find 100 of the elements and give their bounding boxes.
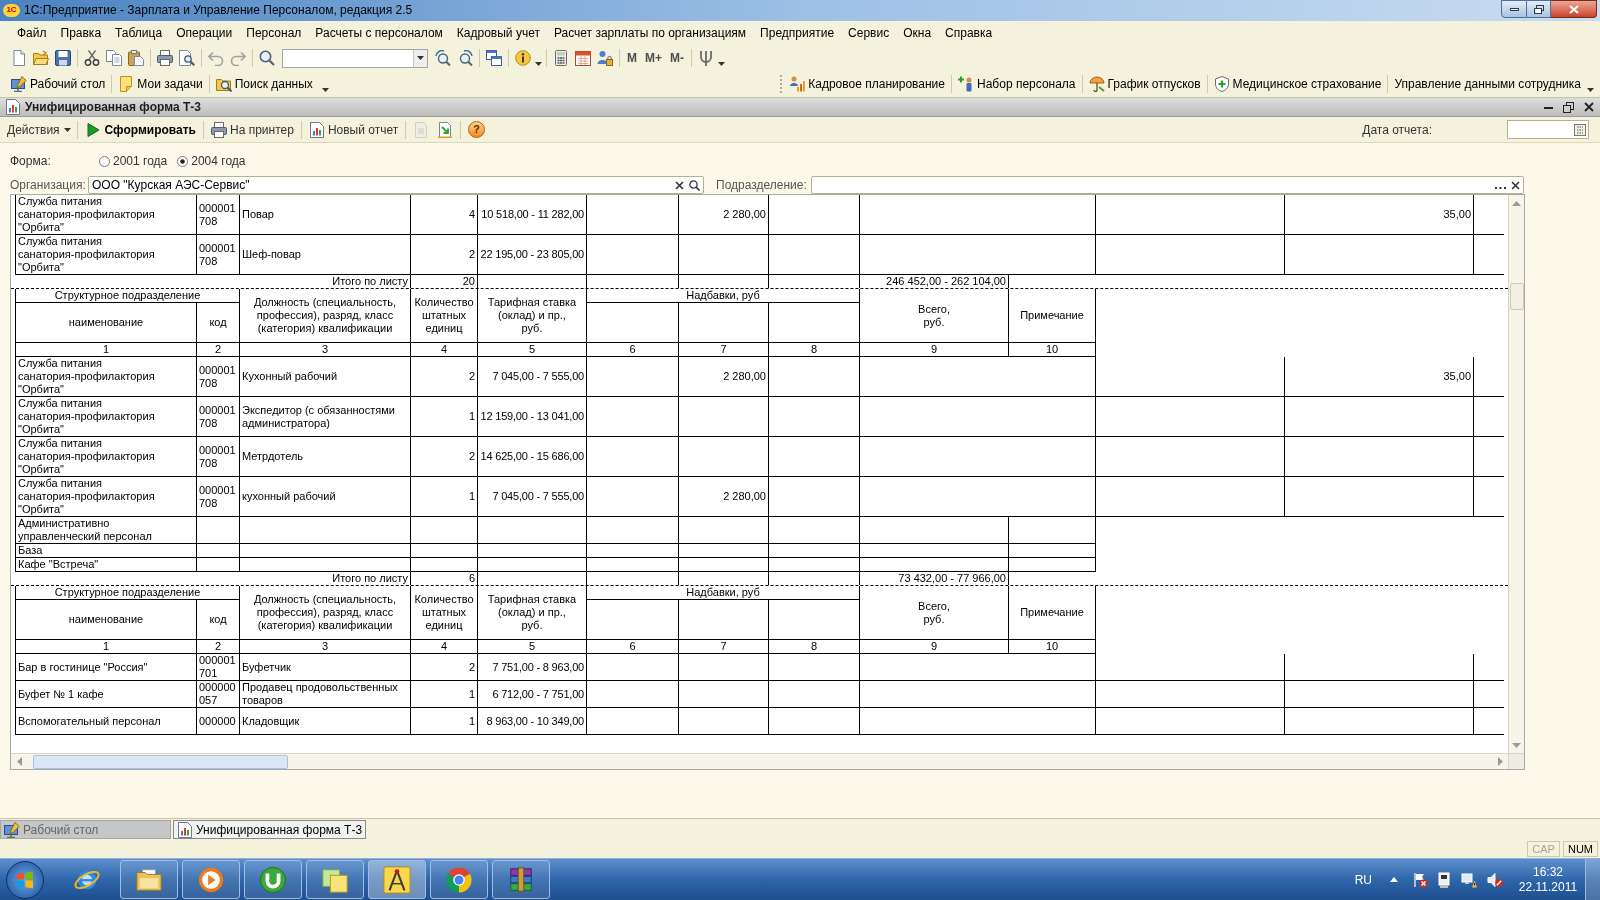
panel-button[interactable]: Набор персонала [955, 73, 1079, 95]
scrollbar-thumb[interactable] [33, 754, 288, 769]
restore-icon[interactable] [1563, 101, 1574, 113]
column-number: 1 [15, 343, 197, 357]
toolbar-button[interactable]: Новый отчет [304, 118, 403, 141]
speaker-muted-icon[interactable] [1487, 871, 1503, 888]
save-icon[interactable] [55, 50, 71, 66]
calendar-icon[interactable] [575, 50, 591, 66]
taskbar-button[interactable] [120, 860, 178, 899]
scrollbar-thumb[interactable] [1509, 283, 1524, 310]
memory-button[interactable]: M- [666, 47, 688, 69]
memory-button[interactable]: M [623, 47, 641, 69]
table-cell: 10 518,00 - 11 282,00 [478, 195, 587, 235]
up-arrow-icon[interactable] [1512, 200, 1521, 206]
info-icon[interactable] [515, 50, 531, 66]
taskbar-button[interactable] [492, 860, 550, 899]
minimize-icon[interactable] [1544, 106, 1553, 109]
down-arrow-icon[interactable] [1512, 742, 1521, 748]
table-cell [197, 517, 240, 544]
date-field[interactable] [1507, 120, 1589, 139]
toolbar-button[interactable]: На принтер [207, 118, 298, 141]
clear-icon[interactable] [675, 180, 684, 190]
radio-icon[interactable] [177, 155, 189, 167]
panel-button[interactable]: Медицинское страхование [1210, 73, 1385, 95]
clear-icon[interactable] [1511, 180, 1520, 190]
taskbar-button[interactable] [306, 860, 364, 899]
menu-item[interactable]: Расчеты с персоналом [308, 23, 450, 43]
menu-item[interactable]: Файл [10, 23, 54, 43]
taskbar-button[interactable] [244, 860, 302, 899]
organization-field[interactable]: ООО "Курская АЭС-Сервис" [88, 176, 704, 194]
calendar-grid-icon[interactable] [1574, 123, 1586, 136]
clock-button[interactable]: 16:32 22.11.2011 [1517, 866, 1579, 893]
search-icon[interactable] [689, 179, 700, 191]
help-button[interactable]: ? [468, 121, 486, 138]
print-icon[interactable] [157, 50, 173, 66]
calculator-icon[interactable] [553, 50, 569, 66]
left-arrow-icon[interactable] [16, 757, 22, 766]
panel-button[interactable]: Кадровое планирование [786, 73, 948, 95]
caret-icon[interactable] [535, 62, 542, 66]
menu-item[interactable]: Расчет зарплаты по организациям [546, 23, 754, 43]
taskbar-button[interactable] [182, 860, 240, 899]
more-icon[interactable] [1495, 186, 1506, 189]
print-preview-icon[interactable] [179, 50, 195, 66]
table-cell: 000001708 [197, 437, 240, 477]
radio-option[interactable]: 2001 года [99, 155, 168, 167]
network-warning-icon[interactable] [1461, 871, 1477, 888]
menu-item[interactable]: Сервис [841, 23, 897, 43]
drafting-compass-icon [383, 865, 411, 894]
taskbar-button[interactable] [430, 860, 488, 899]
field-label: Дата отчета: [1362, 123, 1432, 136]
radio-option[interactable]: 2004 года [177, 155, 246, 167]
menu-button[interactable]: Действия [4, 118, 74, 141]
window-tab[interactable]: Унифицированная форма Т-3 [173, 820, 367, 839]
caret-icon[interactable] [718, 62, 725, 66]
windows-icon[interactable] [486, 50, 502, 66]
caret-icon[interactable] [1586, 88, 1594, 92]
start-button[interactable] [6, 860, 44, 899]
toolbar-handle[interactable] [780, 75, 784, 93]
minimize-button[interactable] [1501, 0, 1527, 18]
menu-item[interactable]: Справка [938, 23, 1000, 43]
search-field[interactable] [282, 48, 428, 68]
horizontal-scrollbar[interactable] [11, 753, 1508, 769]
paste-icon[interactable] [128, 50, 144, 66]
play-icon [84, 121, 101, 138]
triangle-up-icon[interactable] [1390, 877, 1398, 882]
cut-icon[interactable] [84, 50, 100, 66]
flag-error-icon[interactable] [1412, 871, 1428, 888]
menu-item[interactable]: Операции [169, 23, 240, 43]
radio-icon[interactable] [99, 155, 110, 167]
generate-button[interactable]: Сформировать [80, 118, 200, 141]
trident-icon[interactable] [698, 50, 714, 66]
right-arrow-icon[interactable] [1497, 757, 1503, 766]
open-folder-icon[interactable] [33, 50, 49, 66]
copy-icon[interactable] [106, 50, 122, 66]
device-icon[interactable] [1436, 871, 1452, 888]
person-lock-icon[interactable] [597, 50, 613, 66]
menu-item[interactable]: Персонал [239, 23, 309, 43]
panel-button[interactable]: Мои задачи [115, 73, 206, 95]
menu-item[interactable]: Кадровый учет [449, 23, 547, 43]
document-arrow-icon[interactable] [437, 121, 454, 138]
panel-button[interactable]: Поиск данных [212, 73, 332, 95]
caret-icon[interactable] [417, 56, 424, 60]
search-icon[interactable] [259, 50, 275, 66]
panel-button[interactable]: Рабочий стол [8, 73, 109, 95]
column-number: 2 [197, 343, 240, 357]
menu-item[interactable]: Предприятие [753, 23, 842, 43]
vertical-scrollbar[interactable] [1508, 195, 1524, 753]
close-button[interactable] [1551, 0, 1597, 18]
language-indicator[interactable]: RU [1354, 873, 1372, 886]
menu-item[interactable]: Таблица [108, 23, 170, 43]
panel-button[interactable]: График отпусков [1085, 73, 1204, 95]
department-field[interactable] [810, 176, 1524, 194]
new-document-icon[interactable] [11, 50, 27, 66]
taskbar-button[interactable] [368, 860, 426, 899]
panel-button[interactable]: Управление данными сотрудника [1391, 73, 1584, 95]
close-icon[interactable] [1584, 102, 1594, 112]
menu-item[interactable]: Правка [53, 23, 109, 43]
memory-button[interactable]: M+ [641, 47, 666, 69]
restore-button[interactable] [1527, 0, 1551, 18]
menu-item[interactable]: Окна [896, 23, 939, 43]
